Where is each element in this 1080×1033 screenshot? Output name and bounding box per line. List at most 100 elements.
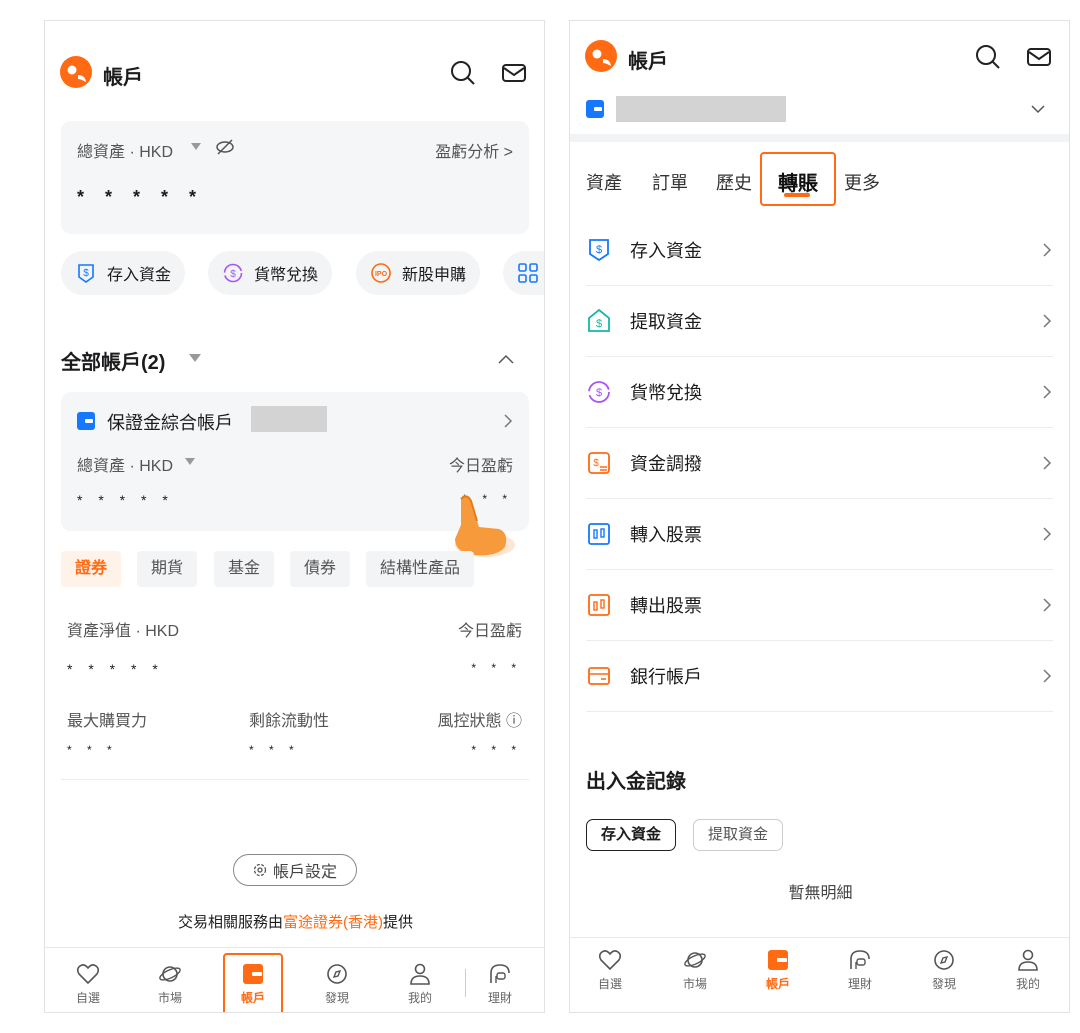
chevron-down-icon[interactable] [1030, 104, 1046, 114]
chevron-right-icon [1043, 527, 1052, 541]
chip-deposit[interactable]: 存入資金 [586, 819, 677, 851]
account-asset-label: 總資產 · HKD [77, 458, 174, 475]
pl-analysis-link[interactable]: 盈虧分析 > [435, 138, 513, 162]
tab-futures[interactable]: 期貨 [137, 551, 198, 587]
wallet-icon [243, 964, 263, 984]
heart-icon [76, 964, 100, 985]
tab-transfer[interactable]: 轉賬 [778, 167, 818, 196]
stock-in-icon [588, 523, 610, 545]
search-icon[interactable] [974, 43, 1002, 71]
exchange-quick-button[interactable]: $ 貨幣兌換 [208, 251, 333, 295]
masked-detail-pl: * * * [471, 661, 522, 675]
chevron-right-icon [1043, 243, 1052, 257]
nav-wealth[interactable]: 理財 [470, 963, 530, 1006]
row-withdraw-label: 提取資金 [630, 312, 702, 332]
chevron-right-icon [1043, 669, 1052, 683]
tab-bonds[interactable]: 債券 [290, 551, 351, 587]
settings-gear-icon [253, 863, 267, 877]
chevron-right-icon [1043, 314, 1052, 328]
mail-icon[interactable] [500, 59, 528, 87]
search-icon[interactable] [449, 59, 477, 87]
provider-link[interactable]: 富途證券(香港) [283, 914, 383, 931]
tab-securities[interactable]: 證券 [61, 551, 122, 587]
fund-transfer-icon: $ [588, 452, 610, 474]
tab-assets[interactable]: 資產 [586, 169, 622, 195]
svg-text:$: $ [593, 458, 599, 469]
tab-funds[interactable]: 基金 [214, 551, 275, 587]
page-title: 帳戶 [103, 67, 143, 89]
account-name: 保證金綜合帳戶 [107, 413, 233, 433]
tab-more[interactable]: 更多 [844, 169, 880, 195]
nav-divider [45, 947, 544, 948]
tab-history[interactable]: 歷史 [716, 169, 752, 195]
nav-watchlist-label: 自選 [75, 991, 100, 1005]
compass-icon [327, 964, 347, 984]
row-exchange[interactable]: $ 貨幣兌換 [586, 357, 1053, 428]
masked-total-asset: * * * * * [77, 187, 205, 207]
mail-icon[interactable] [1025, 43, 1053, 71]
masked-account-asset: * * * * * [77, 492, 174, 508]
nav-divider [570, 937, 1069, 938]
deposit-icon: $ [589, 239, 609, 262]
svg-text:$: $ [596, 244, 602, 256]
nav-wealth[interactable]: 理財 [830, 949, 890, 992]
redacted-account-number [251, 406, 327, 432]
row-bank-account[interactable]: 銀行帳戶 [586, 641, 1053, 712]
empty-state-text: 暫無明細 [788, 885, 853, 902]
deposit-icon: $ [78, 264, 94, 283]
compass-icon [934, 950, 954, 970]
total-asset-card[interactable]: 總資產 · HKD 盈虧分析 > * * * * * [61, 121, 529, 234]
exchange-quick-label: 貨幣兌換 [254, 267, 319, 284]
nav-account[interactable]: 帳戶 [748, 949, 808, 992]
net-asset-label: 資產淨值 · HKD [67, 623, 180, 640]
accounts-caret-icon[interactable] [189, 354, 201, 363]
collapse-chevron-icon[interactable] [497, 353, 515, 365]
today-pl-label: 今日盈虧 [448, 458, 513, 475]
nav-account[interactable]: 帳戶 [223, 963, 283, 1006]
row-transfer-out-stock[interactable]: 轉出股票 [586, 570, 1053, 641]
account-settings-button[interactable]: 帳戶設定 [233, 854, 357, 886]
row-fund-transfer[interactable]: $ 資金調撥 [586, 428, 1053, 499]
service-provider-note: 交易相關服務由富途證券(香港)提供 [45, 911, 544, 932]
nav-watchlist[interactable]: 自選 [580, 949, 640, 992]
nav-market[interactable]: 市場 [140, 963, 200, 1006]
nav-discover-label: 發現 [931, 977, 956, 991]
account-caret-icon[interactable] [185, 458, 195, 466]
row-transfer-out-label: 轉出股票 [630, 596, 702, 616]
planet-icon [159, 966, 181, 982]
buying-power-label: 最大購買力 [67, 713, 148, 730]
row-transfer-in-stock[interactable]: 轉入股票 [586, 499, 1053, 570]
nav-watchlist[interactable]: 自選 [58, 963, 118, 1006]
nav-me-label: 我的 [407, 991, 432, 1005]
all-accounts-title[interactable]: 全部帳戶(2) [61, 346, 165, 375]
ipo-quick-button[interactable]: IPO 新股申購 [356, 251, 481, 295]
nav-discover[interactable]: 發現 [307, 963, 367, 1006]
nav-market[interactable]: 市場 [665, 949, 725, 992]
dropdown-caret-icon[interactable] [191, 143, 201, 151]
withdraw-icon: $ [588, 308, 610, 332]
page-title: 帳戶 [628, 51, 668, 73]
nav-account-label: 帳戶 [765, 977, 790, 991]
tab-structured-products[interactable]: 結構性產品 [366, 551, 475, 587]
exchange-icon: $ [588, 381, 610, 403]
row-transfer-in-label: 轉入股票 [630, 525, 702, 545]
account-settings-label: 帳戶設定 [272, 864, 337, 881]
row-withdraw[interactable]: $ 提取資金 [586, 286, 1053, 357]
tab-orders[interactable]: 訂單 [652, 169, 688, 195]
nav-discover[interactable]: 發現 [914, 949, 974, 992]
nav-me[interactable]: 我的 [998, 949, 1058, 992]
provider-prefix: 交易相關服務由 [177, 914, 283, 931]
risk-status-label[interactable]: 風控狀態 ⓘ [438, 707, 522, 731]
deposit-quick-button[interactable]: $ 存入資金 [61, 251, 186, 295]
row-fund-transfer-label: 資金調撥 [630, 454, 702, 474]
chevron-right-icon[interactable] [503, 414, 513, 428]
nav-me-label: 我的 [1015, 977, 1040, 991]
hide-eye-icon[interactable] [215, 137, 235, 157]
more-quick-button[interactable] [503, 251, 544, 295]
nav-me[interactable]: 我的 [390, 963, 450, 1006]
redacted-account-selector[interactable] [616, 96, 786, 122]
row-deposit[interactable]: $ 存入資金 [586, 215, 1053, 286]
chip-withdraw[interactable]: 提取資金 [693, 819, 784, 851]
wallet-icon [768, 950, 788, 970]
total-asset-label: 總資產 · HKD [77, 144, 174, 161]
